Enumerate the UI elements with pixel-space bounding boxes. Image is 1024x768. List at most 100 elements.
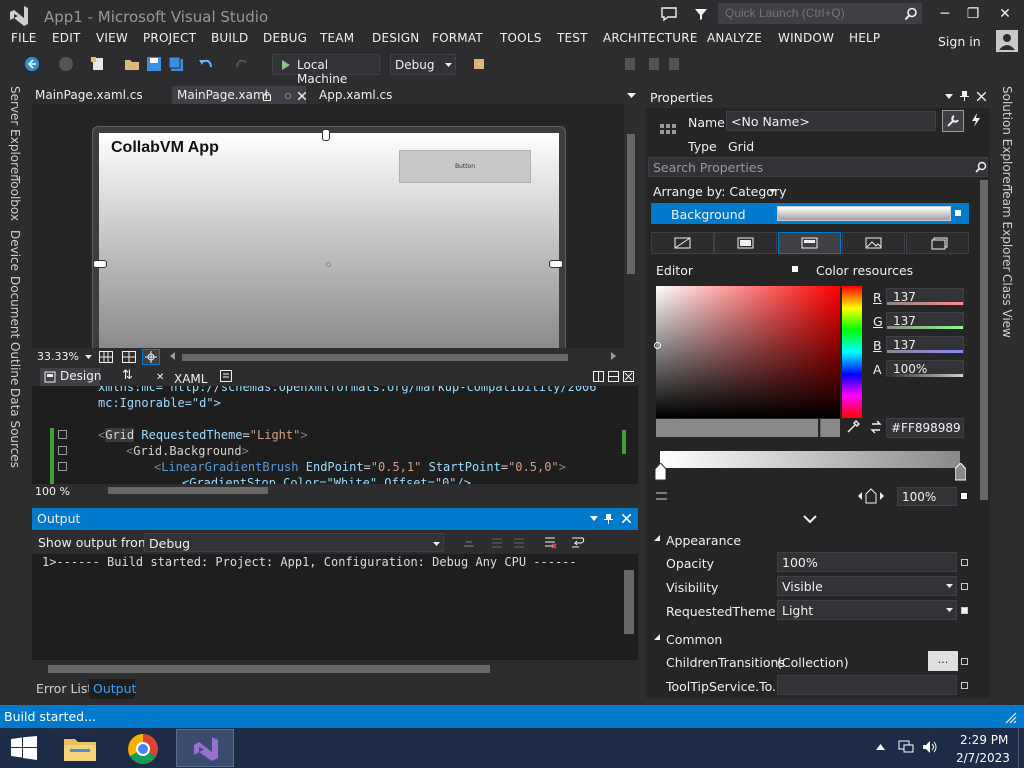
- scroll-right-icon[interactable]: [611, 352, 616, 360]
- gradient-stops-bar[interactable]: [660, 451, 960, 468]
- close-panel-icon[interactable]: [977, 92, 986, 101]
- menu-window[interactable]: WINDOW: [778, 31, 834, 45]
- canvas-button[interactable]: Button: [399, 150, 531, 183]
- menu-project[interactable]: PROJECT: [143, 31, 196, 45]
- find-icon[interactable]: [472, 56, 488, 72]
- eyedropper-icon[interactable]: [846, 420, 860, 434]
- file-explorer-taskbar-button[interactable]: [62, 733, 98, 763]
- run-target-button[interactable]: Local Machine: [272, 54, 380, 86]
- save-all-icon[interactable]: [168, 56, 184, 72]
- menu-test[interactable]: TEST: [557, 31, 588, 45]
- gradient-stop-handle[interactable]: [655, 463, 666, 481]
- team-explorer-tab[interactable]: Team Explorer: [1000, 186, 1014, 272]
- data-sources-tab[interactable]: Data Sources: [8, 388, 22, 468]
- device-tab[interactable]: Device: [8, 230, 22, 271]
- brush-gradient-tab[interactable]: [778, 232, 841, 254]
- chrome-taskbar-button[interactable]: [126, 732, 160, 766]
- collapse-icon[interactable]: [654, 634, 661, 641]
- clock-time[interactable]: 2:29 PM: [960, 733, 1008, 747]
- menu-format[interactable]: FORMAT: [432, 31, 483, 45]
- output-text-area[interactable]: [32, 554, 638, 660]
- stop-offset-icon[interactable]: [856, 488, 886, 504]
- collapse-icon[interactable]: [654, 535, 661, 542]
- requested-theme-select[interactable]: Light: [777, 600, 957, 620]
- tooltip-field[interactable]: [777, 675, 957, 695]
- chevron-down-icon[interactable]: [945, 94, 953, 99]
- designer-vertical-scrollbar[interactable]: [624, 104, 638, 348]
- editor-tab[interactable]: Editor: [656, 263, 693, 278]
- clear-all-icon[interactable]: [543, 535, 557, 549]
- designer-zoom-select[interactable]: 33.33%: [37, 350, 79, 363]
- xaml-zoom-select[interactable]: 100 %: [35, 485, 70, 498]
- tab-overflow-icon[interactable]: [627, 93, 636, 98]
- chevron-down-icon[interactable]: [769, 189, 776, 193]
- fold-toggle[interactable]: [58, 430, 67, 439]
- property-marker[interactable]: [961, 493, 967, 499]
- find-message-icon[interactable]: [462, 536, 476, 548]
- network-icon[interactable]: [898, 740, 914, 754]
- open-folder-icon[interactable]: [124, 56, 140, 72]
- menu-debug[interactable]: DEBUG: [263, 31, 307, 45]
- menu-analyze[interactable]: ANALYZE: [707, 31, 762, 45]
- events-view-button[interactable]: [966, 110, 988, 132]
- property-marker[interactable]: [961, 658, 968, 665]
- bookmark-prev-icon[interactable]: [646, 56, 662, 72]
- canvas-app-title[interactable]: CollabVM App: [111, 139, 219, 157]
- brush-solid-tab[interactable]: [714, 232, 777, 254]
- fold-toggle[interactable]: [58, 462, 67, 471]
- chevron-down-icon[interactable]: [803, 515, 817, 524]
- resize-handle-right[interactable]: [549, 260, 563, 268]
- appearance-section[interactable]: Appearance: [666, 533, 741, 548]
- menu-tools[interactable]: TOOLS: [500, 31, 542, 45]
- previous-message-icon[interactable]: [490, 536, 504, 548]
- hue-slider[interactable]: [842, 286, 862, 418]
- tab-output[interactable]: Output: [93, 681, 136, 696]
- swap-panes-icon[interactable]: ⇅: [122, 368, 133, 383]
- resize-grip-icon[interactable]: [1004, 711, 1018, 725]
- color-resources-tab[interactable]: Color resources: [816, 263, 913, 278]
- swap-colors-icon[interactable]: [869, 420, 883, 434]
- notification-icon[interactable]: [660, 6, 678, 22]
- pin-icon[interactable]: [960, 90, 969, 101]
- clock-date[interactable]: 2/7/2023: [956, 751, 1010, 765]
- property-marker[interactable]: [961, 559, 968, 566]
- menu-view[interactable]: VIEW: [96, 31, 128, 45]
- snap-grid-icon[interactable]: [122, 351, 136, 363]
- stop-opacity-field[interactable]: 100%: [897, 487, 957, 506]
- property-marker[interactable]: [961, 682, 968, 689]
- opacity-field[interactable]: 100%: [777, 552, 957, 572]
- forward-icon[interactable]: [58, 56, 74, 72]
- property-marker[interactable]: [961, 607, 968, 614]
- name-field[interactable]: <No Name>: [726, 111, 936, 131]
- redo-icon[interactable]: [234, 56, 250, 72]
- search-icon[interactable]: [904, 7, 918, 21]
- output-vertical-scrollbar[interactable]: [624, 570, 634, 634]
- start-button[interactable]: [10, 736, 38, 760]
- collapse-pane-icon[interactable]: [623, 371, 634, 382]
- menu-architecture[interactable]: ARCHITECTURE: [603, 31, 698, 45]
- close-panel-icon[interactable]: [622, 514, 631, 523]
- restore-button[interactable]: ❐: [960, 4, 986, 24]
- sign-in-link[interactable]: Sign in: [938, 34, 981, 49]
- background-swatch[interactable]: [777, 206, 951, 221]
- server-explorer-tab[interactable]: Server Explorer: [8, 86, 22, 179]
- profile-icon[interactable]: [996, 30, 1018, 52]
- configuration-select[interactable]: Debug: [390, 54, 456, 75]
- xaml-horizontal-scrollbar[interactable]: [108, 487, 268, 494]
- document-outline-tab[interactable]: Document Outline: [8, 276, 22, 385]
- menu-team[interactable]: TEAM: [320, 31, 354, 45]
- output-source-select[interactable]: Debug: [144, 533, 444, 552]
- save-icon[interactable]: [146, 56, 162, 72]
- pop-out-xaml-icon[interactable]: [220, 370, 232, 382]
- search-properties-box[interactable]: Search Properties: [648, 157, 988, 177]
- brush-null-tab[interactable]: [651, 232, 714, 254]
- pin-icon[interactable]: [284, 92, 292, 100]
- quick-launch-box[interactable]: [718, 3, 922, 24]
- visibility-select[interactable]: Visible: [777, 576, 957, 596]
- tab-error-list[interactable]: Error List: [36, 681, 92, 696]
- solution-explorer-tab[interactable]: Solution Explorer: [1000, 86, 1014, 189]
- snap-lines-button[interactable]: [142, 349, 160, 365]
- menu-help[interactable]: HELP: [849, 31, 880, 45]
- chevron-down-icon[interactable]: [85, 355, 92, 359]
- volume-icon[interactable]: [922, 740, 938, 754]
